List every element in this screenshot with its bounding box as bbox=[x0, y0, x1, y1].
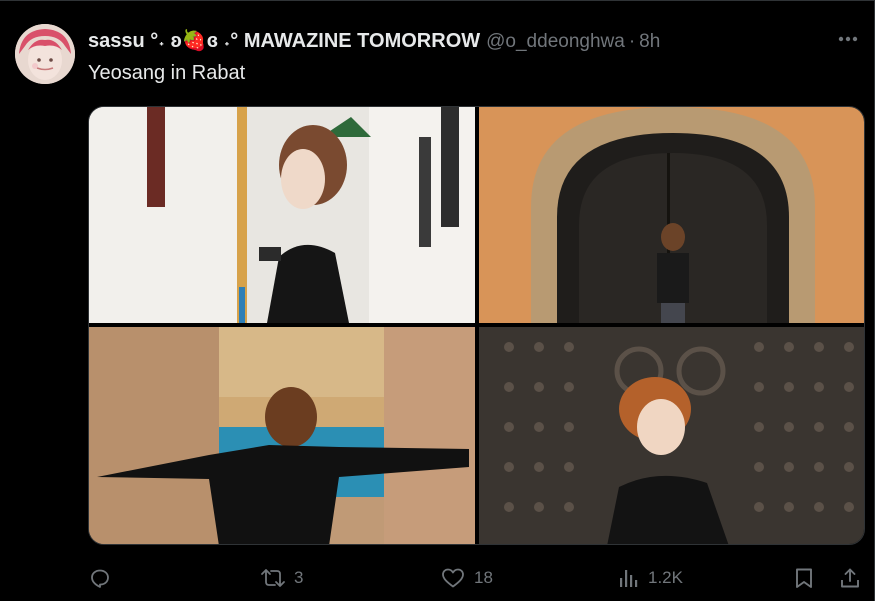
photo-3[interactable] bbox=[89, 327, 475, 544]
avatar[interactable] bbox=[15, 24, 75, 84]
more-horizontal-icon bbox=[838, 36, 858, 42]
display-name[interactable]: sassu °˖ ʚ🍓ɞ ˖° MAWAZINE TOMORROW bbox=[88, 30, 480, 52]
top-divider bbox=[0, 0, 875, 1]
views-icon bbox=[620, 570, 638, 587]
retweet-count: 3 bbox=[294, 568, 304, 587]
media-grid bbox=[88, 106, 865, 545]
share-icon bbox=[841, 568, 859, 588]
reply-button[interactable] bbox=[88, 562, 120, 594]
tweet-text: Yeosang in Rabat bbox=[88, 62, 246, 84]
retweet-icon bbox=[261, 569, 285, 587]
bookmark-button[interactable] bbox=[792, 562, 816, 594]
reply-icon bbox=[91, 569, 109, 588]
photo-2[interactable] bbox=[479, 107, 864, 323]
like-count: 18 bbox=[474, 568, 493, 587]
views-count: 1.2K bbox=[648, 568, 683, 587]
more-button[interactable] bbox=[835, 26, 861, 52]
action-bar: 3 18 1.2K bbox=[88, 562, 865, 594]
avatar-image bbox=[15, 24, 75, 84]
retweet-button[interactable]: 3 bbox=[260, 562, 303, 594]
user-handle[interactable]: @o_ddeonghwa bbox=[486, 31, 625, 52]
tweet-header: sassu °˖ ʚ🍓ɞ ˖° MAWAZINE TOMORROW @o_ddeo… bbox=[88, 28, 861, 54]
views-button[interactable]: 1.2K bbox=[618, 562, 683, 594]
heart-icon bbox=[442, 568, 464, 588]
photo-4[interactable] bbox=[479, 327, 864, 544]
timestamp[interactable]: 8h bbox=[639, 31, 660, 52]
photo-1[interactable] bbox=[89, 107, 475, 323]
like-button[interactable]: 18 bbox=[440, 562, 493, 594]
separator-dot: · bbox=[628, 31, 636, 52]
share-button[interactable] bbox=[838, 562, 862, 594]
bookmark-icon bbox=[796, 568, 812, 588]
